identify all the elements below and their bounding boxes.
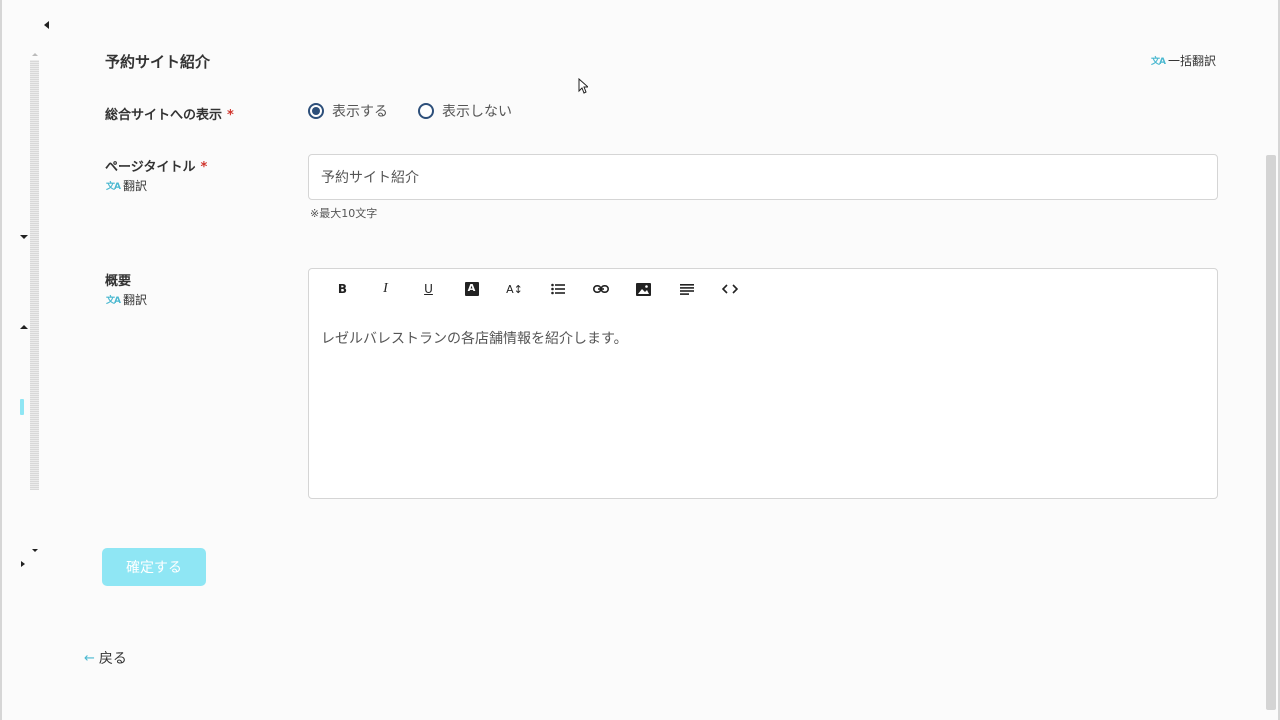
page-scrollbar-thumb[interactable] [1266,155,1276,710]
radio-show-label: 表示する [332,104,388,120]
editor-toolbar: B I U A A↕ [321,277,751,301]
page-title-input[interactable] [308,154,1218,200]
link-icon [592,285,609,293]
font-size-button[interactable]: A↕ [493,277,536,301]
italic-button[interactable]: I [364,277,407,301]
editor-content[interactable]: レゼルバレストランの各店舗情報を紹介します。 [321,328,628,348]
rich-text-editor[interactable]: B I U A A↕ レゼルバレストランの各店舗情報を紹介します。 [308,268,1218,499]
align-button[interactable] [665,277,708,301]
radio-hide[interactable]: 表示しない [418,101,512,121]
underline-button[interactable]: U [407,277,450,301]
confirm-button[interactable]: 確定する [102,548,206,586]
display-field-label: 総合サイトへの表示 * [105,108,234,123]
summary-translate-label: 翻訳 [122,293,147,307]
bulleted-list-button[interactable] [536,277,579,301]
expand-right-arrow-icon[interactable] [21,561,25,567]
display-radio-group: 表示する 表示しない [308,101,542,121]
window-border-left [0,0,2,720]
radio-hide-label: 表示しない [442,104,512,120]
radio-show-circle[interactable] [308,103,324,119]
radio-show[interactable]: 表示する [308,101,388,121]
summary-translate-button[interactable]: 文A 翻訳 [106,291,147,308]
bulleted-list-icon [550,283,565,295]
arrow-left-icon: ← [84,650,95,666]
summary-field-label: 概要 [105,274,132,289]
radio-hide-circle[interactable] [418,103,434,119]
font-color-button[interactable]: A [450,277,493,301]
sidebar-position-indicator [20,399,24,415]
expand-down-arrow-icon[interactable] [20,235,28,239]
sidebar-scrollbar[interactable] [30,60,39,490]
font-color-icon: A [464,282,479,296]
title-translate-button[interactable]: 文A 翻訳 [106,177,147,194]
underline-icon: U [424,282,433,296]
code-icon [721,284,738,294]
page-title-hint: ※最大10文字 [310,207,378,220]
scroll-up-arrow-icon[interactable] [32,53,38,56]
bold-icon: B [337,282,348,296]
page-title-field-label: ページタイトル * [105,160,208,175]
radio-selected-dot [312,107,320,115]
italic-icon: I [383,281,388,296]
image-icon [636,282,651,296]
image-button[interactable] [622,277,665,301]
collapse-up-arrow-icon[interactable] [20,325,28,329]
section-title: 予約サイト紹介 [105,53,211,71]
align-left-icon [679,283,694,295]
collapse-sidebar-arrow-icon[interactable] [44,21,49,29]
translate-icon: 文A [1151,57,1166,67]
bold-button[interactable]: B [321,277,364,301]
bulk-translate-button[interactable]: 文A 一括翻訳 [1151,52,1216,69]
required-mark: * [227,108,234,123]
required-mark: * [200,160,208,175]
translate-icon: 文A [106,296,121,306]
code-button[interactable] [708,277,751,301]
font-size-icon: A↕ [506,282,523,296]
link-button[interactable] [579,277,622,301]
bulk-translate-label: 一括翻訳 [1167,54,1216,68]
menu-down-arrow-icon[interactable] [32,549,38,552]
title-translate-label: 翻訳 [122,179,147,193]
back-link-label: 戻る [98,651,127,667]
translate-icon: 文A [106,182,121,192]
back-link[interactable]: ← 戻る [84,648,127,668]
mouse-cursor-icon [578,78,588,94]
